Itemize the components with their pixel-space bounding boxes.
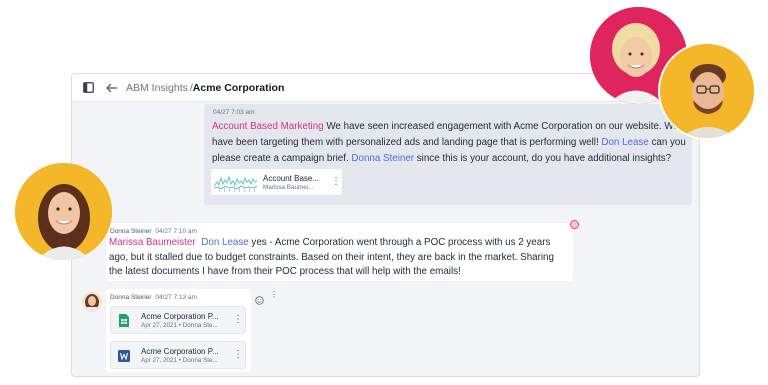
reaction-icon[interactable]	[570, 220, 579, 229]
message-bubble-3: Donna Steiner 04/27 7:13 am Acme Corpora…	[106, 289, 251, 372]
chart-thumbnail-icon	[213, 172, 258, 192]
avatar-man-right	[658, 42, 756, 140]
message-bubble-1: 04/27 7:03 am Account Based Marketing We…	[204, 104, 692, 205]
file-title: Acme Corporation P...	[141, 311, 219, 321]
message-timestamp: 04/27 7:13 am	[155, 294, 197, 301]
file-subtitle: Apr 27, 2021 • Donna Ste...	[141, 356, 218, 364]
mention-account-based-marketing[interactable]: Account Based Marketing	[212, 121, 324, 132]
attachment-card[interactable]: Account Base... Marissa Baumei... ⋮	[210, 168, 343, 196]
message-body: Account Based Marketing We have seen inc…	[212, 119, 686, 167]
attachment-title: Account Base...	[263, 173, 320, 183]
more-options-icon[interactable]: ⋮	[233, 315, 243, 325]
file-card[interactable]: Acme Corporation P... Apr 27, 2021 • Don…	[110, 341, 246, 369]
message-author: Donna Steiner	[110, 294, 152, 301]
word-doc-icon	[118, 349, 130, 362]
message-text: since this is your account, do you have …	[414, 153, 672, 164]
breadcrumb-parent[interactable]: ABM Insights	[126, 82, 188, 94]
more-options-icon[interactable]: ⋮	[270, 291, 278, 299]
file-card[interactable]: Acme Corporation P... Apr 27, 2021 • Don…	[110, 306, 246, 334]
google-sheets-icon	[119, 313, 129, 327]
chat-window: ABM Insights / Acme Corporation 04/27 7:…	[71, 73, 700, 377]
breadcrumb-current: Acme Corporation	[192, 81, 285, 94]
message-timestamp: 04/27 7:10 am	[155, 228, 197, 235]
emoji-reaction-icon[interactable]	[255, 292, 264, 305]
message-bubble-2: Donna Steiner 04/27 7:10 am Marissa Baum…	[106, 223, 573, 281]
file-subtitle: Apr 27, 2021 • Donna Ste...	[141, 321, 218, 329]
avatar	[82, 292, 102, 312]
message-body: Marissa Baumeister Don Lease yes - Acme …	[109, 236, 569, 280]
message-author: Donna Steiner	[110, 228, 152, 235]
more-options-icon[interactable]: ⋮	[233, 350, 243, 360]
avatar-woman-left	[15, 163, 112, 260]
message-header: Donna Steiner 04/27 7:10 am	[110, 228, 197, 235]
sidebar-toggle-icon[interactable]	[80, 80, 96, 96]
attachment-subtitle: Marissa Baumei...	[263, 183, 314, 191]
file-title: Acme Corporation P...	[141, 346, 219, 356]
mention-marissa-baumeister[interactable]: Marissa Baumeister	[109, 237, 196, 248]
mention-don-lease[interactable]: Don Lease	[201, 237, 248, 248]
message-timestamp: 04/27 7:03 am	[213, 109, 255, 116]
message-header: Donna Steiner 04/27 7:13 am	[110, 294, 197, 301]
mention-don-lease[interactable]: Don Lease	[601, 137, 648, 148]
back-arrow-icon[interactable]	[104, 80, 120, 96]
more-options-icon[interactable]: ⋮	[331, 177, 341, 187]
mention-donna-steiner[interactable]: Donna Steiner	[351, 153, 414, 164]
